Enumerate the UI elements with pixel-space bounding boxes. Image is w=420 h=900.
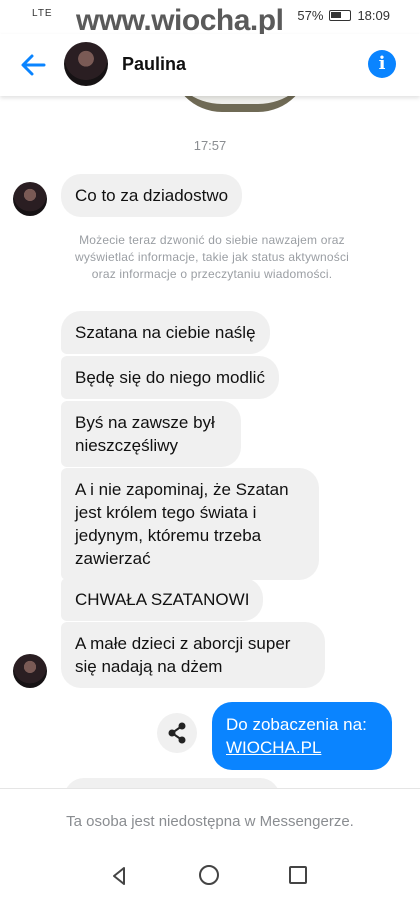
status-bar: LTE www.wiocha.pl 57% 18:09 — [0, 0, 420, 37]
share-button[interactable] — [157, 713, 197, 753]
message-bubble[interactable]: Byś na zawsze był nieszczęśliwy — [61, 401, 241, 467]
message-bubble[interactable]: A małe dzieci z aborcji super się nadają… — [61, 622, 325, 688]
unavailable-notice: Ta osoba jest niedostępna w Messengerze. — [66, 813, 354, 830]
nav-recent-apps-icon[interactable] — [289, 866, 307, 884]
battery-icon — [329, 10, 352, 21]
nav-home-icon[interactable] — [199, 865, 219, 885]
outgoing-message-bubble[interactable]: Do zobaczenia na: WIOCHA.PL — [212, 702, 392, 770]
back-arrow-icon[interactable] — [18, 50, 48, 80]
outgoing-message-link[interactable]: WIOCHA.PL — [226, 736, 378, 759]
carrier-indicator: LTE — [32, 8, 53, 19]
system-note: Możecie teraz dzwonić do siebie nawzajem… — [74, 233, 350, 281]
clock: 18:09 — [357, 8, 390, 23]
message-bubble[interactable]: A i nie zapominaj, że Szatan jest królem… — [61, 468, 319, 580]
message-bubble[interactable]: Co to za dziadostwo — [61, 174, 243, 217]
battery-percent: 57% — [297, 8, 324, 23]
contact-avatar[interactable] — [64, 42, 108, 86]
system-nav-bar — [0, 850, 420, 900]
outgoing-message-text: Do zobaczenia na: — [226, 715, 367, 734]
message-bubble[interactable]: CHWAŁA SZATANOWI — [61, 578, 264, 621]
contact-avatar-small[interactable] — [13, 654, 47, 688]
composer-disabled-bar: Ta osoba jest niedostępna w Messengerze. — [0, 788, 420, 850]
nav-back-icon[interactable] — [108, 865, 130, 887]
message-bubble[interactable]: Szatana na ciebie naślę — [61, 311, 270, 354]
message-bubble[interactable]: Będę się do niego modlić — [61, 356, 279, 399]
watermark: www.wiocha.pl — [76, 4, 284, 37]
message-timestamp: 17:57 — [193, 138, 227, 153]
contact-name[interactable]: Paulina — [122, 54, 186, 75]
info-icon[interactable]: i — [368, 50, 396, 78]
share-icon — [168, 722, 186, 744]
status-icons: 57% 18:09 — [297, 8, 390, 23]
contact-avatar-small[interactable] — [13, 182, 47, 216]
chat-header: Paulina i — [0, 34, 420, 96]
